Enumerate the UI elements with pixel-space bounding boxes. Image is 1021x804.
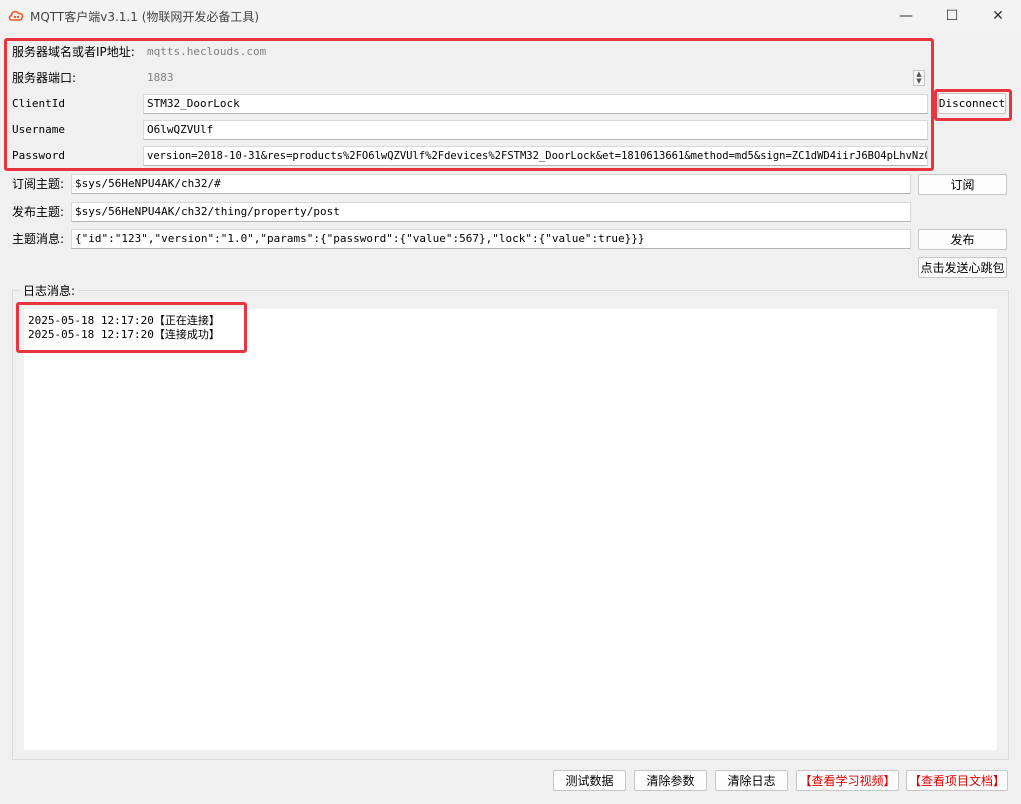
minimize-icon: — <box>899 8 913 24</box>
subscribe-button[interactable]: 订阅 <box>918 174 1007 195</box>
message-label: 主题消息: <box>12 232 65 246</box>
view-video-button[interactable]: 【查看学习视频】 <box>796 770 899 791</box>
log-label: 日志消息: <box>20 284 79 298</box>
disconnect-highlight-box <box>934 89 1012 121</box>
clear-log-button[interactable]: 清除日志 <box>715 770 788 791</box>
heartbeat-button[interactable]: 点击发送心跳包 <box>918 257 1007 278</box>
subscribe-label: 订阅主题: <box>12 177 65 191</box>
publish-topic-label: 发布主题: <box>12 205 65 219</box>
message-input[interactable]: {"id":"123","version":"1.0","params":{"p… <box>71 229 911 249</box>
clear-params-button[interactable]: 清除参数 <box>634 770 707 791</box>
publish-button[interactable]: 发布 <box>918 229 1007 250</box>
cloud-logo-icon <box>8 10 24 21</box>
close-button[interactable]: ✕ <box>975 0 1021 32</box>
publish-topic-input[interactable]: $sys/56HeNPU4AK/ch32/thing/property/post <box>71 202 911 222</box>
window-title: MQTT客户端v3.1.1 (物联网开发必备工具) <box>30 10 260 24</box>
view-docs-button[interactable]: 【查看项目文档】 <box>906 770 1008 791</box>
test-data-button[interactable]: 测试数据 <box>553 770 626 791</box>
connection-highlight-box <box>4 38 934 171</box>
log-area[interactable] <box>24 309 997 750</box>
minimize-button[interactable]: — <box>883 0 929 32</box>
subscribe-topic-input[interactable]: $sys/56HeNPU4AK/ch32/# <box>71 174 911 194</box>
close-icon: ✕ <box>992 8 1004 24</box>
maximize-button[interactable]: ☐ <box>929 0 975 32</box>
log-highlight-box <box>16 302 247 353</box>
maximize-icon: ☐ <box>945 8 959 24</box>
